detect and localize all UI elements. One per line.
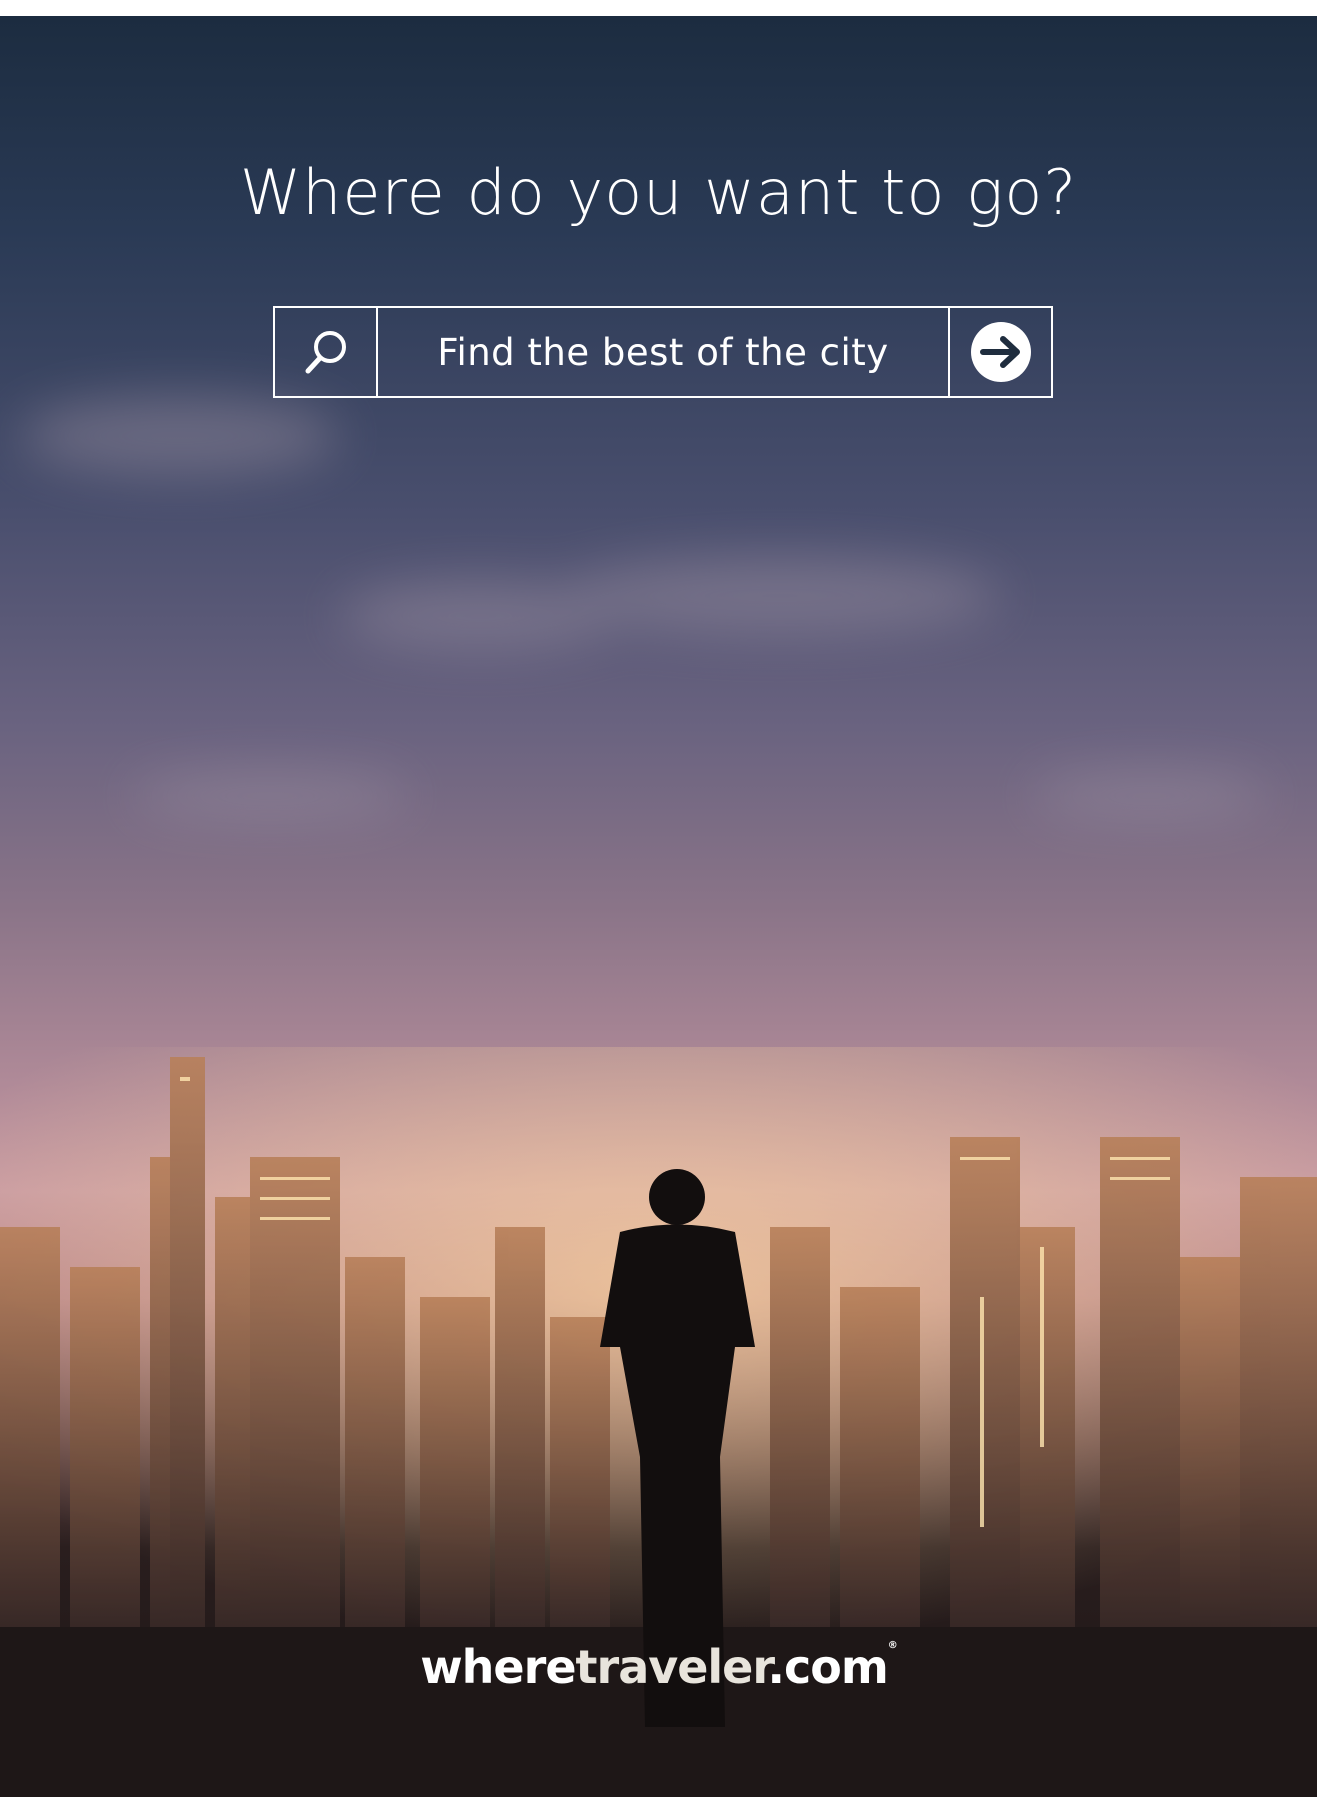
logo-part-where: where xyxy=(420,1640,576,1694)
search-icon xyxy=(305,331,346,374)
logo-part-com: .com xyxy=(767,1640,889,1694)
page-title: Where do you want to go? xyxy=(239,156,1078,229)
brand-logo[interactable]: wheretraveler.com® xyxy=(0,1640,1317,1694)
search-input[interactable]: Find the best of the city xyxy=(378,308,948,396)
ad-page: Where do you want to go? Find the best o… xyxy=(0,16,1317,1797)
registered-mark: ® xyxy=(887,1640,898,1651)
logo-part-traveler: traveler xyxy=(575,1640,769,1694)
arrow-right-circle-icon xyxy=(970,322,1031,382)
search-button[interactable] xyxy=(275,308,378,396)
go-button[interactable] xyxy=(948,308,1051,396)
search-bar: Find the best of the city xyxy=(273,306,1053,398)
